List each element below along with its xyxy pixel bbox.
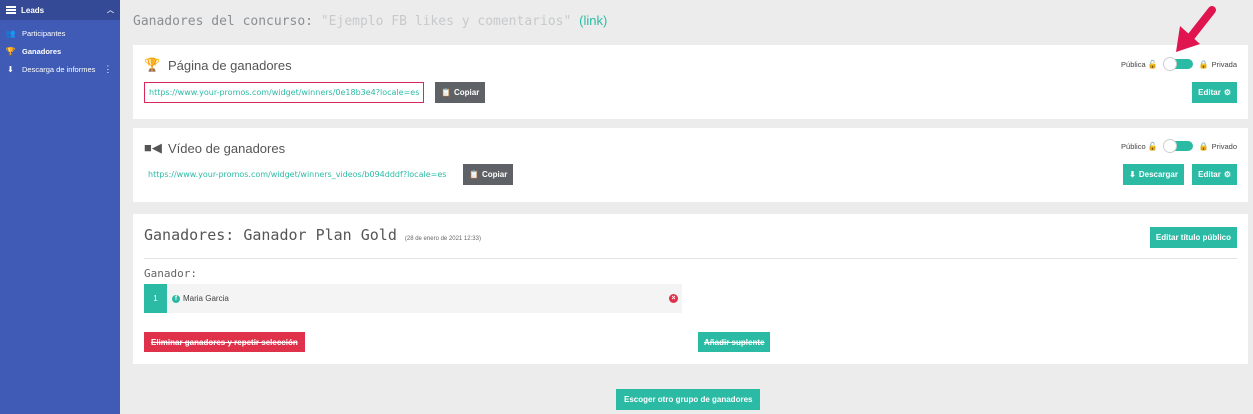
divider	[144, 258, 1237, 259]
page-title-prefix: Ganadores del concurso:	[133, 14, 314, 29]
unlock-icon: 🔓	[1147, 59, 1158, 69]
chevron-up-icon: ︿	[107, 7, 114, 14]
choose-other-group-button[interactable]: Escoger otro grupo de ganadores	[616, 389, 761, 410]
video-visibility-toggle[interactable]	[1162, 139, 1193, 153]
trophy-icon: 🏆	[5, 46, 16, 56]
copy-video-url-button[interactable]: 📋 Copiar	[463, 164, 514, 185]
edit-winners-video-button[interactable]: Editar ⚙	[1192, 164, 1237, 185]
winners-page-card: 🏆 Página de ganadores Pública 🔓 🔒 Privad…	[133, 45, 1248, 119]
annotation-arrow-icon	[1176, 6, 1216, 52]
toggle-knob[interactable]	[1162, 57, 1177, 71]
contest-name: "Ejemplo FB likes y comentarios"	[320, 14, 572, 29]
edit-winners-page-button[interactable]: Editar ⚙	[1192, 82, 1237, 103]
gears-icon: ⚙	[1223, 170, 1231, 179]
group-title: Ganadores: Ganador Plan Gold (28 de ener…	[144, 226, 481, 244]
winners-video-title-text: Vídeo de ganadores	[168, 140, 286, 156]
toggle-knob[interactable]	[1162, 139, 1177, 153]
private-label: Privado	[1211, 141, 1237, 151]
winner-number: 1	[144, 284, 167, 313]
remove-winner-icon[interactable]: ×	[669, 294, 678, 303]
copy-icon: 📋	[469, 170, 479, 179]
winners-page-title: 🏆 Página de ganadores	[144, 57, 292, 73]
winners-video-url[interactable]: https://www.your-promos.com/widget/winne…	[144, 164, 450, 185]
sidebar-item-participantes[interactable]: 👥 Participantes	[0, 24, 120, 42]
winner-label: Ganador:	[144, 267, 197, 280]
video-icon: ■◀	[144, 140, 162, 155]
winners-video-card: ■◀ Vídeo de ganadores Público 🔓 🔒 Privad…	[133, 128, 1248, 202]
public-label: Público	[1121, 141, 1146, 151]
edit-public-title-button[interactable]: Editar título público	[1149, 227, 1237, 248]
sidebar-item-label: Descarga de informes	[22, 64, 96, 74]
winners-group-card: Ganadores: Ganador Plan Gold (28 de ener…	[133, 214, 1248, 364]
lock-icon: 🔒	[1198, 59, 1209, 69]
video-visibility-toggle-row: Público 🔓 🔒 Privado	[1121, 139, 1237, 153]
winner-name-text: Maria Garcia	[183, 294, 229, 303]
winner-row: 1 f Maria Garcia ×	[144, 284, 682, 313]
menu-icon	[6, 6, 16, 14]
download-label: Descargar	[1138, 170, 1178, 179]
facebook-icon: f	[172, 294, 180, 303]
private-label: Privada	[1211, 59, 1237, 69]
download-icon: ⬇	[1129, 170, 1136, 179]
sidebar-item-ganadores[interactable]: 🏆 Ganadores	[0, 42, 120, 60]
sidebar: Leads ︿ 👥 Participantes 🏆 Ganadores ⬇ De…	[0, 0, 120, 414]
winners-page-url[interactable]: https://www.your-promos.com/widget/winne…	[144, 82, 425, 103]
edit-label: Editar	[1198, 88, 1221, 97]
unlock-icon: 🔓	[1147, 141, 1158, 151]
trophy-icon: 🏆	[144, 57, 161, 72]
copy-url-button[interactable]: 📋 Copiar	[435, 82, 486, 103]
group-date: (28 de enero de 2021 12:33)	[404, 236, 481, 242]
download-video-button[interactable]: ⬇ Descargar	[1123, 164, 1184, 185]
public-label: Pública	[1121, 59, 1146, 69]
sidebar-header-leads[interactable]: Leads ︿	[0, 0, 120, 20]
copy-icon: 📋	[441, 88, 451, 97]
visibility-toggle-row: Pública 🔓 🔒 Privada	[1121, 57, 1237, 71]
delete-winners-button[interactable]: Eliminar ganadores y repetir selección	[144, 332, 305, 352]
users-icon: 👥	[5, 28, 16, 38]
contest-link[interactable]: (link)	[579, 13, 607, 28]
gears-icon: ⚙	[1223, 88, 1231, 97]
more-vertical-icon[interactable]: ⋮	[103, 64, 112, 75]
sidebar-item-label: Participantes	[22, 28, 66, 38]
add-substitute-button[interactable]: Añadir suplente	[698, 332, 771, 352]
copy-label: Copiar	[481, 170, 508, 179]
lock-icon: 🔒	[1198, 141, 1209, 151]
download-icon: ⬇	[7, 64, 14, 74]
sidebar-item-descarga-informes[interactable]: ⬇ Descarga de informes ⋮	[0, 60, 120, 78]
sidebar-header-label: Leads	[21, 5, 45, 15]
group-title-text: Ganadores: Ganador Plan Gold	[144, 226, 397, 244]
page-title: Ganadores del concurso: "Ejemplo FB like…	[133, 13, 607, 29]
winner-name: f Maria Garcia	[172, 284, 229, 313]
winners-page-title-text: Página de ganadores	[168, 57, 292, 73]
sidebar-item-label: Ganadores	[22, 46, 62, 56]
winners-video-title: ■◀ Vídeo de ganadores	[144, 140, 285, 156]
visibility-toggle[interactable]	[1162, 57, 1193, 71]
edit-label: Editar	[1198, 170, 1221, 179]
copy-label: Copiar	[453, 88, 480, 97]
